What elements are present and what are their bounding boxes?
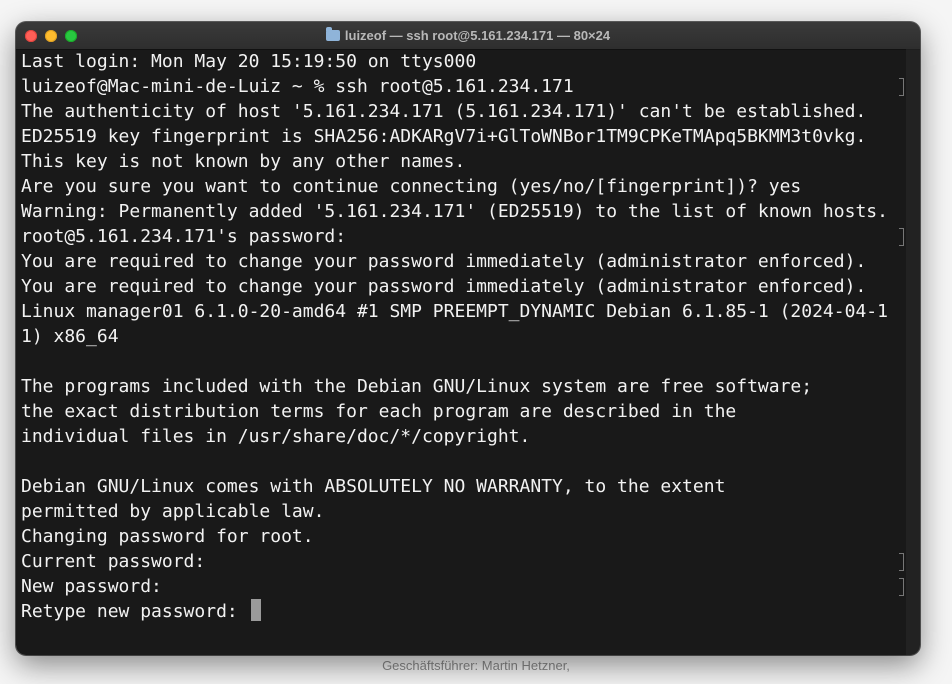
terminal-line: Warning: Permanently added '5.161.234.17…: [21, 201, 888, 222]
window-title-container: luizeof — ssh root@5.161.234.171 — 80×24: [16, 22, 920, 49]
terminal-line: 1) x86_64: [21, 326, 119, 347]
terminal-window[interactable]: luizeof — ssh root@5.161.234.171 — 80×24…: [16, 22, 920, 655]
scroll-marker: [899, 553, 904, 571]
terminal-line: The authenticity of host '5.161.234.171 …: [21, 101, 867, 122]
terminal-line: You are required to change your password…: [21, 251, 867, 272]
terminal-line: You are required to change your password…: [21, 276, 867, 297]
terminal-line: ED25519 key fingerprint is SHA256:ADKARg…: [21, 126, 867, 147]
retype-password-prompt: Retype new password:: [21, 601, 249, 622]
terminal-line: Debian GNU/Linux comes with ABSOLUTELY N…: [21, 476, 726, 497]
terminal-line: root@5.161.234.171's password:: [21, 226, 347, 247]
folder-icon: [325, 27, 340, 41]
terminal-output[interactable]: Last login: Mon May 20 15:19:50 on ttys0…: [21, 49, 905, 653]
background-footer-text: Geschäftsführer: Martin Hetzner,: [382, 658, 570, 673]
scroll-marker: [899, 78, 904, 96]
terminal-line: the exact distribution terms for each pr…: [21, 401, 737, 422]
window-title: luizeof — ssh root@5.161.234.171 — 80×24: [344, 28, 611, 43]
terminal-line: individual files in /usr/share/doc/*/cop…: [21, 426, 531, 447]
terminal-line: luizeof@Mac-mini-de-Luiz ~ % ssh root@5.…: [21, 76, 574, 97]
terminal-line: permitted by applicable law.: [21, 501, 325, 522]
scrollbar[interactable]: [906, 49, 920, 655]
terminal-line: Current password:: [21, 551, 206, 572]
text-cursor: [250, 599, 261, 621]
scroll-marker: [899, 578, 904, 596]
terminal-line: Changing password for root.: [21, 526, 314, 547]
terminal-line: Last login: Mon May 20 15:19:50 on ttys0…: [21, 51, 477, 72]
terminal-line: New password:: [21, 576, 162, 597]
title-bar[interactable]: luizeof — ssh root@5.161.234.171 — 80×24: [16, 22, 920, 50]
terminal-line: Linux manager01 6.1.0-20-amd64 #1 SMP PR…: [21, 301, 888, 322]
terminal-line: This key is not known by any other names…: [21, 151, 466, 172]
terminal-line: The programs included with the Debian GN…: [21, 376, 813, 397]
scroll-marker: [899, 228, 904, 246]
terminal-prompt-line[interactable]: Retype new password:: [21, 599, 905, 624]
terminal-line: Are you sure you want to continue connec…: [21, 176, 802, 197]
